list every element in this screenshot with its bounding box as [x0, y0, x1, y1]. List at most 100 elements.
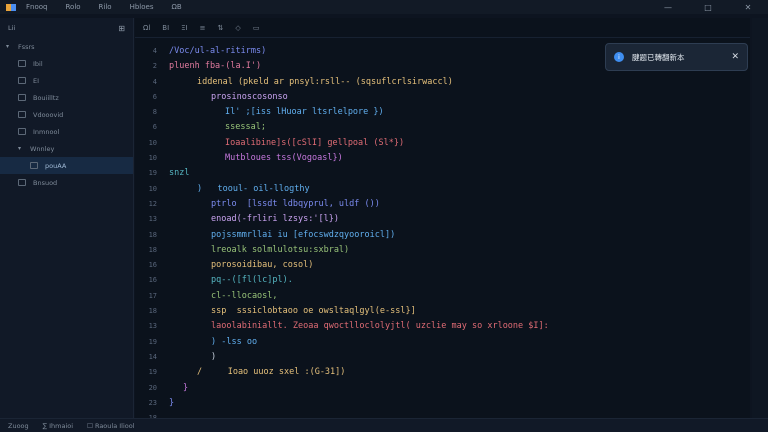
- line-number: 6: [152, 123, 157, 132]
- code-line[interactable]: iddenal (pkeld ar pnsyl:rsll-- (sqsuflcr…: [169, 75, 739, 90]
- menu-item[interactable]: Fnooq: [26, 3, 47, 11]
- code-line[interactable]: Il' ;[iss lHuoar ltsrlelpore }): [169, 105, 739, 120]
- toolbar-button[interactable]: ΞI: [181, 24, 188, 32]
- tree-item[interactable]: ▾ Fssrs: [0, 38, 133, 55]
- code-line[interactable]: cl--llocaosl,: [169, 289, 739, 304]
- toolbar-button[interactable]: ≡: [200, 24, 206, 32]
- line-number-gutter: 4 2 4 6 8 6 10 10 19 10 12 13 18 18 16 16 17 18 13 19 14 19 20…: [135, 44, 157, 426]
- info-icon: i: [614, 52, 624, 62]
- file-icon: [18, 77, 26, 84]
- code-line[interactable]: Ioaalibine]s([cSlI] gellpoal (Sl*}): [169, 136, 739, 151]
- code-line[interactable]: ssp sssiclobtaoo oe owsltaqlgyl(e-ssl}]: [169, 304, 739, 319]
- file-icon: [18, 60, 26, 67]
- tree-item[interactable]: Vdooovid: [0, 106, 133, 123]
- toolbar-button[interactable]: BI: [162, 24, 169, 32]
- line-number: 10: [148, 138, 157, 147]
- code-line[interactable]: Mutbloues tss(Vogoasl}): [169, 151, 739, 166]
- editor-toolbar: Ωl BI ΞI ≡ ⇅ ◇ ▭: [135, 18, 750, 38]
- file-icon: [18, 111, 26, 118]
- status-item[interactable]: Zuoog: [8, 422, 29, 430]
- line-number: 19: [148, 368, 157, 377]
- line-number: 23: [148, 398, 157, 407]
- status-bar: Zuoog ∑ Ihmaioi ☐ Raoula Iliool: [0, 418, 768, 432]
- tree-item-label: pouAA: [45, 161, 67, 170]
- code-line[interactable]: ptrlo [lssdt ldbqyprul, uldf ()): [169, 197, 739, 212]
- new-file-icon[interactable]: ⊞: [118, 24, 125, 33]
- code-line[interactable]: enoad(-frliri lzsys:'[l}): [169, 212, 739, 227]
- code-line[interactable]: / Ioao uuoz sxel :(G-31]): [169, 365, 739, 380]
- line-number: 18: [148, 230, 157, 239]
- line-number: 16: [148, 276, 157, 285]
- menu-item[interactable]: Hbloes: [130, 3, 154, 11]
- tree-item[interactable]: pouAA: [0, 157, 133, 174]
- file-icon: [18, 179, 26, 186]
- code-line[interactable]: prosinoscosonso: [169, 90, 739, 105]
- toolbar-button[interactable]: ⇅: [218, 24, 224, 32]
- code-line[interactable]: ) tooul- oil-llogthy: [169, 182, 739, 197]
- line-number: 8: [152, 108, 157, 117]
- chevron-down-icon: ▾: [18, 145, 22, 152]
- close-notification-button[interactable]: ✕: [731, 52, 739, 62]
- code-line[interactable]: ): [169, 350, 739, 365]
- tree-item[interactable]: EI: [0, 72, 133, 89]
- code-line[interactable]: laoolabiniallt. Zeoaa qwoctlloclolyjtl( …: [169, 319, 739, 334]
- line-number: 6: [152, 92, 157, 101]
- code-line[interactable]: }: [169, 396, 739, 411]
- file-icon: [30, 162, 38, 169]
- window-controls: — □ ✕: [648, 3, 768, 12]
- toolbar-button[interactable]: Ωl: [143, 24, 150, 32]
- tree-item[interactable]: Ibil: [0, 55, 133, 72]
- code-line[interactable]: }: [169, 381, 739, 396]
- tree-item-label: Wnnley: [30, 144, 55, 153]
- line-number: 12: [148, 199, 157, 208]
- line-number: 4: [152, 77, 157, 86]
- code-line[interactable]: lreoalk solmlulotsu:sxbral): [169, 243, 739, 258]
- code-line[interactable]: snzl: [169, 166, 739, 181]
- line-number: 16: [148, 261, 157, 270]
- status-item[interactable]: ∑ Ihmaioi: [43, 422, 73, 430]
- line-number: 13: [148, 215, 157, 224]
- code-line[interactable]: porosoidibau, cosol): [169, 258, 739, 273]
- notification-toast: i 腱题已轉翻新本 ✕: [605, 43, 748, 71]
- minimize-button[interactable]: —: [648, 3, 688, 12]
- menu-item[interactable]: Rilo: [99, 3, 112, 11]
- code-area[interactable]: /Voc/ul-al-ritirms) pluenh fba-(la.I') idd…: [169, 44, 739, 426]
- tree-item[interactable]: ▾ Wnnley: [0, 140, 133, 157]
- tree-item-label: Bouiilltz: [33, 93, 59, 102]
- explorer-header: Lii ⊞: [0, 18, 133, 38]
- line-number: 20: [148, 383, 157, 392]
- tree-item-label: Fssrs: [18, 42, 35, 51]
- app-logo-icon: [6, 2, 20, 12]
- menu-item[interactable]: ΩB: [171, 3, 181, 11]
- code-line[interactable]: ssessal;: [169, 120, 739, 135]
- vertical-scrollbar[interactable]: [752, 18, 768, 418]
- notification-message: 腱题已轉翻新本: [632, 52, 685, 62]
- toolbar-button[interactable]: ▭: [253, 24, 260, 32]
- menu-bar: Fnooq Rolo Rilo Hbloes ΩB: [26, 3, 200, 11]
- menu-item[interactable]: Rolo: [65, 3, 80, 11]
- tree-item[interactable]: Bouiilltz: [0, 89, 133, 106]
- line-number: 17: [148, 291, 157, 300]
- file-explorer: Lii ⊞ ▾ Fssrs Ibil EI Bouiilltz Vdooovid Inmno…: [0, 18, 134, 418]
- code-line[interactable]: pq--([fl(lc]pl).: [169, 273, 739, 288]
- title-bar: Fnooq Rolo Rilo Hbloes ΩB — □ ✕: [0, 0, 768, 14]
- chevron-down-icon: ▾: [6, 43, 10, 50]
- code-line[interactable]: pojssmmrllai iu [efocswdzqyooroicl]): [169, 228, 739, 243]
- explorer-title: Lii: [8, 24, 16, 32]
- line-number: 19: [148, 169, 157, 178]
- maximize-button[interactable]: □: [688, 3, 728, 12]
- line-number: 2: [152, 62, 157, 71]
- line-number: 10: [148, 184, 157, 193]
- tree-item[interactable]: Bnsuod: [0, 174, 133, 191]
- status-item[interactable]: ☐ Raoula Iliool: [87, 422, 135, 430]
- file-icon: [18, 94, 26, 101]
- tree-item[interactable]: Inmnool: [0, 123, 133, 140]
- line-number: 19: [148, 337, 157, 346]
- close-window-button[interactable]: ✕: [728, 3, 768, 12]
- tree-item-label: Bnsuod: [33, 178, 58, 187]
- code-editor[interactable]: Ωl BI ΞI ≡ ⇅ ◇ ▭ 4 2 4 6 8 6 10 10 19 10 12 13 18 18 16 16 17 1…: [135, 18, 750, 422]
- line-number: 4: [152, 47, 157, 55]
- toolbar-button[interactable]: ◇: [235, 24, 240, 32]
- line-number: 14: [148, 352, 157, 361]
- code-line[interactable]: ) -lss oo: [169, 335, 739, 350]
